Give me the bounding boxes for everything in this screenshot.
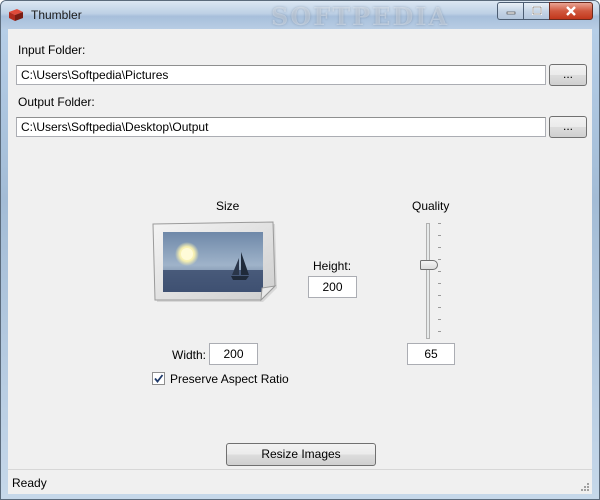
- input-folder-field[interactable]: C:\Users\Softpedia\Pictures: [16, 65, 546, 85]
- client-area: [8, 29, 592, 469]
- app-icon: [9, 9, 23, 21]
- minimize-button[interactable]: [497, 2, 523, 20]
- preserve-aspect-checkbox[interactable]: [152, 372, 165, 385]
- slider-tick: [438, 307, 441, 308]
- size-grip-icon[interactable]: [580, 482, 590, 492]
- window-title: Thumbler: [31, 8, 82, 22]
- picture-icon: [152, 221, 277, 302]
- slider-tick: [438, 331, 441, 332]
- quality-label: Quality: [412, 199, 450, 213]
- close-icon: [566, 6, 576, 16]
- width-label: Width:: [172, 348, 207, 362]
- window-controls: [497, 2, 593, 22]
- quality-slider-track[interactable]: [426, 223, 430, 339]
- quality-field[interactable]: 65: [407, 343, 455, 365]
- input-folder-label: Input Folder:: [18, 43, 86, 57]
- slider-tick: [438, 283, 441, 284]
- close-button[interactable]: [549, 2, 593, 20]
- minimize-icon: [506, 11, 515, 15]
- resize-images-button[interactable]: Resize Images: [226, 443, 376, 466]
- checkmark-icon: [154, 374, 164, 383]
- status-text: Ready: [12, 476, 47, 490]
- maximize-icon: [531, 6, 542, 15]
- status-bar: Ready: [8, 469, 592, 494]
- slider-tick: [438, 271, 441, 272]
- slider-tick: [438, 295, 441, 296]
- quality-slider-thumb[interactable]: [420, 260, 438, 270]
- slider-tick: [438, 247, 441, 248]
- slider-tick: [438, 319, 441, 320]
- title-bar[interactable]: Thumbler SOFTPEDIA: [1, 1, 599, 31]
- slider-tick: [438, 223, 441, 224]
- height-field[interactable]: 200: [308, 276, 357, 298]
- output-browse-button[interactable]: ...: [549, 116, 587, 138]
- preserve-aspect-label[interactable]: Preserve Aspect Ratio: [170, 372, 289, 386]
- watermark-logo: SOFTPEDIA: [271, 2, 450, 31]
- width-field[interactable]: 200: [209, 343, 258, 365]
- output-folder-field[interactable]: C:\Users\Softpedia\Desktop\Output: [16, 117, 546, 137]
- maximize-button[interactable]: [523, 2, 549, 20]
- slider-tick: [438, 259, 441, 260]
- main-window: Thumbler SOFTPEDIA Input Folder: C:\User…: [0, 0, 600, 500]
- input-browse-button[interactable]: ...: [549, 64, 587, 86]
- slider-tick: [438, 235, 441, 236]
- output-folder-label: Output Folder:: [18, 95, 95, 109]
- height-label: Height:: [313, 259, 352, 273]
